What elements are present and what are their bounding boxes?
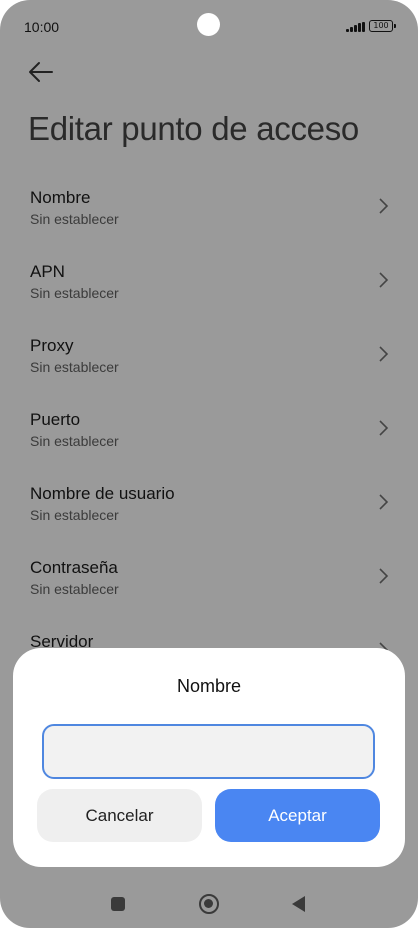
status-time: 10:00: [24, 19, 60, 35]
setting-title: Nombre de usuario: [30, 484, 175, 503]
arrow-left-icon: [29, 62, 53, 82]
chevron-right-icon: [379, 420, 389, 436]
name-input[interactable]: [42, 724, 375, 779]
setting-value: Sin establecer: [30, 359, 119, 375]
setting-value: Sin establecer: [30, 581, 119, 597]
setting-title: Proxy: [30, 336, 74, 355]
chevron-right-icon: [379, 494, 389, 510]
circle-icon[interactable]: [199, 894, 219, 914]
navigation-bar: [0, 880, 418, 928]
signal-icon: [346, 22, 365, 32]
setting-item-nombre[interactable]: Nombre Sin establecer: [0, 178, 418, 252]
page-title: Editar punto de acceso: [28, 110, 359, 147]
setting-value: Sin establecer: [30, 285, 119, 301]
setting-title: Contraseña: [30, 558, 118, 577]
setting-item-apn[interactable]: APN Sin establecer: [0, 252, 418, 326]
setting-value: Sin establecer: [30, 433, 119, 449]
setting-item-puerto[interactable]: Puerto Sin establecer: [0, 400, 418, 474]
setting-item-proxy[interactable]: Proxy Sin establecer: [0, 326, 418, 400]
phone-screen: 10:00 100 Editar punto de acceso Nombre …: [0, 0, 418, 928]
battery-icon: 100: [369, 20, 396, 32]
chevron-right-icon: [379, 568, 389, 584]
setting-item-contrasena[interactable]: Contraseña Sin establecer: [0, 548, 418, 622]
settings-list: Nombre Sin establecer APN Sin establecer…: [0, 178, 418, 696]
cancel-button[interactable]: Cancelar: [37, 789, 202, 842]
setting-value: Sin establecer: [30, 211, 119, 227]
setting-title: Nombre: [30, 188, 91, 207]
setting-item-nombre-de-usuario[interactable]: Nombre de usuario Sin establecer: [0, 474, 418, 548]
setting-title: Puerto: [30, 410, 81, 429]
edit-name-dialog: Nombre Cancelar Aceptar: [13, 648, 405, 867]
setting-value: Sin establecer: [30, 507, 119, 523]
back-button[interactable]: [26, 58, 58, 86]
dialog-title: Nombre: [176, 676, 242, 696]
accept-button[interactable]: Aceptar: [215, 789, 380, 842]
setting-title: APN: [30, 262, 65, 281]
chevron-right-icon: [379, 346, 389, 362]
square-icon[interactable]: [111, 897, 125, 911]
triangle-left-icon[interactable]: [292, 896, 305, 912]
chevron-right-icon: [379, 198, 389, 214]
front-camera: [197, 13, 220, 36]
chevron-right-icon: [379, 272, 389, 288]
status-bar: 10:00 100: [0, 0, 418, 52]
